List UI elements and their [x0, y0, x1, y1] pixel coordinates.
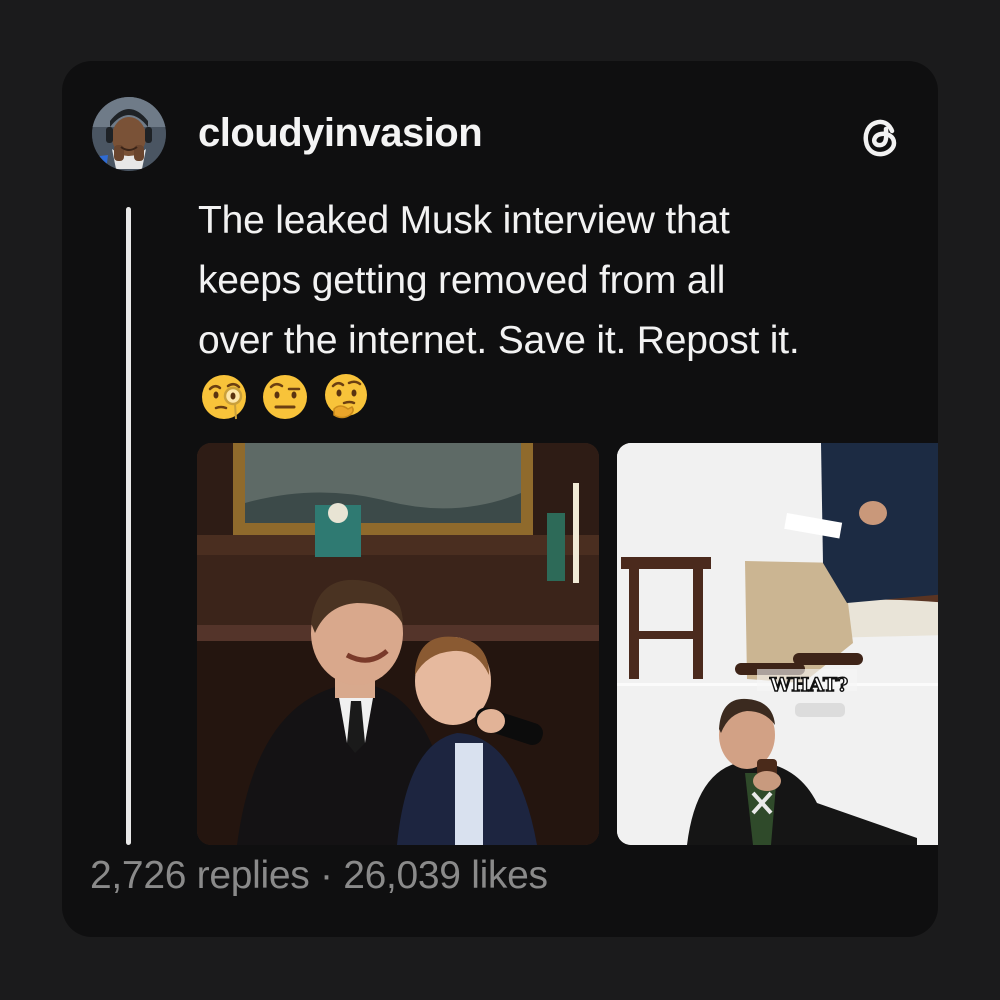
likes-count[interactable]: 26,039 likes — [343, 854, 548, 897]
post-text-line: over the internet. Save it. Repost it. — [198, 319, 800, 362]
thinking-face-icon — [325, 374, 367, 419]
stats-separator: · — [309, 854, 344, 897]
username[interactable]: cloudyinvasion — [198, 113, 483, 153]
emoji-row — [200, 373, 370, 423]
post-text-line: keeps getting removed from all — [198, 259, 726, 302]
face-with-monocle-icon — [202, 375, 246, 420]
post-media-photo[interactable] — [197, 443, 599, 845]
threads-logo-icon[interactable] — [858, 114, 904, 160]
replies-count[interactable]: 2,726 replies — [90, 854, 310, 897]
threads-post-card[interactable]: cloudyinvasion The leaked Musk interview… — [62, 61, 938, 937]
thread-connector-line — [126, 207, 131, 845]
post-body: The leaked Musk interview that keeps get… — [198, 191, 918, 371]
post-media-video[interactable]: WHAT? — [617, 443, 938, 845]
user-avatar[interactable] — [92, 97, 166, 171]
post-text-line: The leaked Musk interview that — [198, 199, 730, 242]
video-caption: WHAT? — [769, 674, 848, 696]
face-with-raised-eyebrow-icon — [263, 375, 307, 419]
post-stats: 2,726 replies · 26,039 likes — [90, 854, 548, 898]
